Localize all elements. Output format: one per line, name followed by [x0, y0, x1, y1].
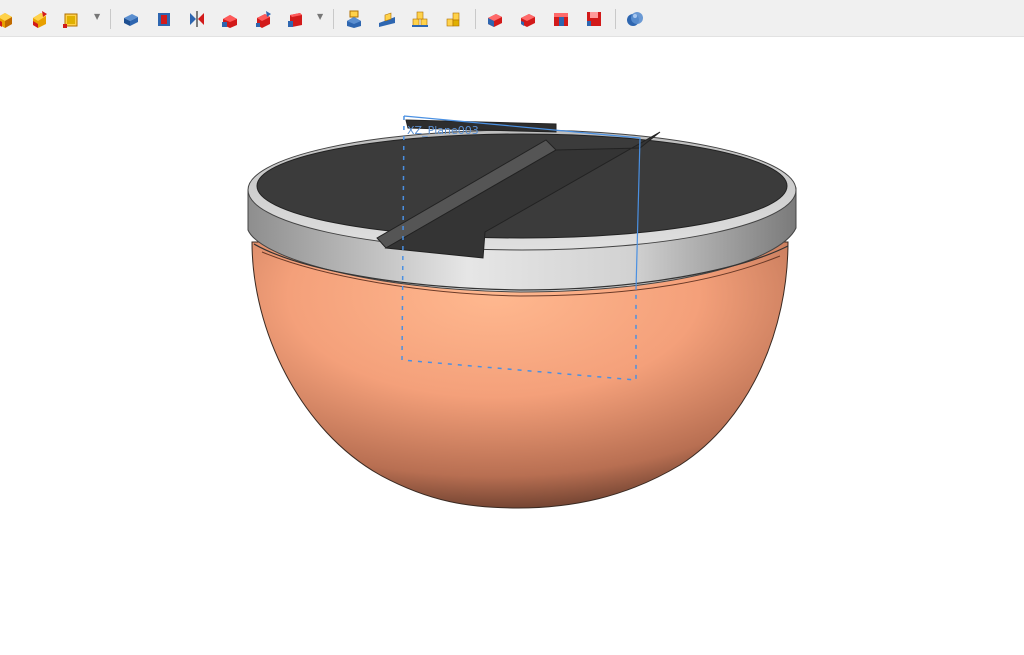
main-toolbar: ▼ ▼	[0, 0, 1024, 37]
part-sweep-icon[interactable]	[407, 6, 433, 32]
part-cube-icon[interactable]	[58, 6, 84, 32]
chevron-down-icon[interactable]: ▼	[317, 13, 325, 21]
part-sphere-icon[interactable]	[622, 6, 648, 32]
part-common-icon[interactable]	[581, 6, 607, 32]
toolbar-separator	[110, 9, 111, 29]
part-fillet-icon[interactable]	[217, 6, 243, 32]
part-loft-icon[interactable]	[374, 6, 400, 32]
part-thickness-icon[interactable]	[440, 6, 466, 32]
part-chamfer2-icon[interactable]	[250, 6, 276, 32]
toolbar-separator	[333, 9, 334, 29]
part-compound-icon[interactable]	[341, 6, 367, 32]
part-section-icon[interactable]	[283, 6, 309, 32]
toolbar-separator	[615, 9, 616, 29]
part-cut-icon[interactable]	[515, 6, 541, 32]
toolbar-separator	[475, 9, 476, 29]
part-fuse-icon[interactable]	[548, 6, 574, 32]
part-box-icon[interactable]	[0, 6, 18, 32]
datum-plane-label: XZ_Plane003	[407, 124, 479, 137]
3d-viewport[interactable]: XZ_Plane003	[0, 37, 1024, 655]
chevron-down-icon[interactable]: ▼	[94, 13, 102, 21]
3d-scene: XZ_Plane003	[247, 115, 797, 509]
part-revolve-icon[interactable]	[151, 6, 177, 32]
part-extrude-icon[interactable]	[118, 6, 144, 32]
part-chamfer-icon[interactable]	[26, 6, 52, 32]
part-boolean-icon[interactable]	[482, 6, 508, 32]
part-mirror-icon[interactable]	[184, 6, 210, 32]
